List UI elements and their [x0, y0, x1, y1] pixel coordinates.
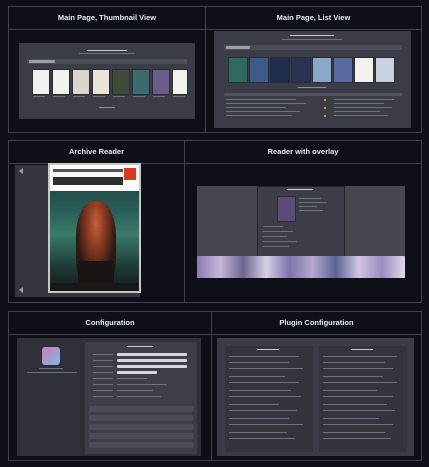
panel-main-thumbnail: Main Page, Thumbnail View — [8, 6, 206, 133]
panel-reader-overlay: Reader with overlay — [185, 140, 422, 303]
panel-plugin-configuration: Plugin Configuration — [212, 311, 422, 461]
panel-title: Reader with overlay — [185, 141, 421, 164]
panel-configuration: Configuration — [8, 311, 212, 461]
manga-cover-image — [48, 163, 141, 293]
panel-title: Plugin Configuration — [212, 312, 421, 335]
panel-title: Main Page, Thumbnail View — [9, 7, 205, 30]
volume-number-badge — [124, 168, 136, 180]
screenshot-gallery: Main Page, Thumbnail View Main Page, Lis… — [0, 0, 429, 467]
reader-overlay-screenshot[interactable] — [197, 186, 405, 278]
panel-title: Main Page, List View — [206, 7, 421, 30]
plugin-configuration-screenshot[interactable] — [217, 338, 414, 456]
panel-title: Archive Reader — [9, 141, 184, 164]
configuration-screenshot[interactable] — [17, 338, 201, 456]
gallery-row-3: Configuration Plugin Configuration — [8, 311, 422, 461]
gallery-row-1: Main Page, Thumbnail View Main Page, Lis… — [8, 6, 422, 133]
panel-main-list: Main Page, List View — [206, 6, 422, 133]
main-thumbnail-screenshot[interactable] — [19, 43, 195, 119]
panel-title: Configuration — [9, 312, 211, 335]
cover-header — [50, 165, 139, 191]
main-list-screenshot[interactable] — [214, 31, 411, 128]
